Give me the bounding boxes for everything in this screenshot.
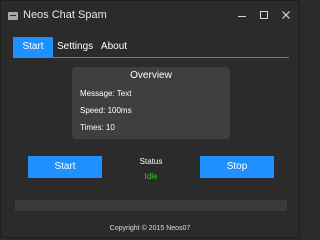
tab-about[interactable]: About bbox=[99, 37, 129, 57]
tab-start[interactable]: Start bbox=[13, 37, 53, 57]
tab-settings[interactable]: Settings bbox=[57, 37, 93, 57]
minimize-icon bbox=[238, 16, 246, 17]
overview-times: Times: 10 bbox=[80, 123, 115, 132]
minimize-button[interactable] bbox=[234, 8, 250, 22]
status-value: Idle bbox=[144, 172, 158, 181]
app-icon bbox=[8, 12, 18, 20]
title-bar[interactable]: Neos Chat Spam bbox=[1, 1, 299, 31]
status-label: Status bbox=[139, 157, 163, 166]
overview-title: Overview bbox=[130, 70, 172, 81]
close-icon bbox=[282, 11, 290, 19]
window-title: Neos Chat Spam bbox=[23, 9, 107, 21]
overview-message: Message: Text bbox=[80, 89, 132, 98]
maximize-icon bbox=[260, 11, 268, 19]
overview-speed: Speed: 100ms bbox=[80, 106, 132, 115]
maximize-button[interactable] bbox=[256, 8, 272, 22]
close-button[interactable] bbox=[278, 8, 294, 22]
stop-button[interactable]: Stop bbox=[200, 156, 274, 178]
copyright-text: Copyright © 2015 Neos07 bbox=[109, 225, 191, 232]
overview-panel: Overview Message: Text Speed: 100ms Time… bbox=[72, 67, 230, 139]
start-button[interactable]: Start bbox=[28, 156, 102, 178]
app-window: Neos Chat Spam Start Settings About Over… bbox=[0, 0, 300, 238]
progress-bar bbox=[15, 200, 287, 211]
tab-underline bbox=[13, 57, 289, 58]
